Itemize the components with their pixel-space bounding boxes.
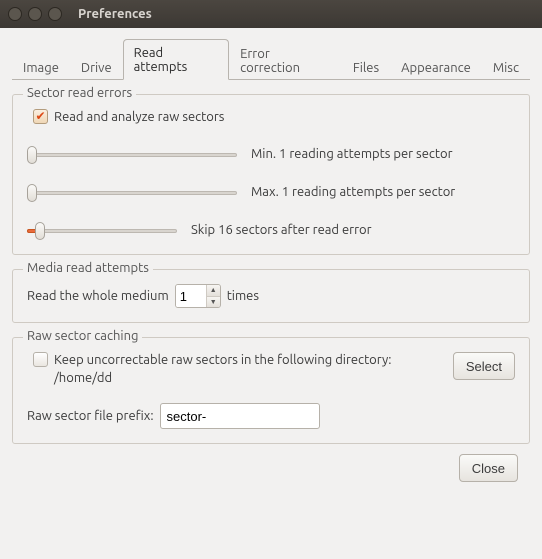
group-title: Media read attempts (23, 261, 153, 275)
skip-sectors-slider[interactable] (27, 222, 177, 238)
close-window-icon[interactable] (8, 7, 22, 21)
tab-drive[interactable]: Drive (70, 54, 123, 80)
max-attempts-slider[interactable] (27, 184, 237, 200)
titlebar: Preferences (0, 0, 542, 28)
read-whole-label-left: Read the whole medium (27, 289, 169, 303)
min-attempts-label: Min. 1 reading attempts per sector (251, 147, 453, 161)
stepper-up-icon[interactable]: ▲ (207, 285, 220, 297)
window-title: Preferences (78, 7, 152, 21)
group-title: Sector read errors (23, 86, 136, 100)
minimize-window-icon[interactable] (28, 7, 42, 21)
stepper-down-icon[interactable]: ▼ (207, 297, 220, 308)
select-dir-button[interactable]: Select (453, 352, 515, 380)
maximize-window-icon[interactable] (48, 7, 62, 21)
tab-error-correction[interactable]: Error correction (229, 40, 342, 80)
read-times-spinner[interactable]: ▲ ▼ (175, 284, 221, 308)
read-times-input[interactable] (176, 285, 206, 307)
tab-appearance[interactable]: Appearance (390, 54, 482, 80)
skip-sectors-label: Skip 16 sectors after read error (191, 223, 372, 237)
prefix-input[interactable] (160, 403, 320, 429)
keep-raw-dir: /home/dd (54, 371, 112, 385)
close-button[interactable]: Close (459, 454, 518, 482)
tab-read-attempts[interactable]: Read attempts (123, 39, 229, 80)
max-attempts-label: Max. 1 reading attempts per sector (251, 185, 455, 199)
group-media-read-attempts: Media read attempts Read the whole mediu… (12, 269, 530, 323)
group-title: Raw sector caching (23, 329, 142, 343)
check-icon: ✔ (35, 111, 45, 123)
keep-raw-checkbox[interactable] (33, 352, 48, 367)
tab-bar: Image Drive Read attempts Error correcti… (12, 38, 530, 80)
tab-misc[interactable]: Misc (482, 54, 530, 80)
group-sector-read-errors: Sector read errors ✔ Read and analyze ra… (12, 94, 530, 255)
read-analyze-label: Read and analyze raw sectors (54, 110, 224, 124)
read-analyze-checkbox[interactable]: ✔ (33, 109, 48, 124)
group-raw-sector-caching: Raw sector caching Keep uncorrectable ra… (12, 337, 530, 444)
min-attempts-slider[interactable] (27, 146, 237, 162)
tab-image[interactable]: Image (12, 54, 70, 80)
keep-raw-label: Keep uncorrectable raw sectors in the fo… (54, 353, 391, 367)
read-whole-label-right: times (227, 289, 259, 303)
prefix-label: Raw sector file prefix: (27, 409, 154, 423)
tab-files[interactable]: Files (342, 54, 390, 80)
